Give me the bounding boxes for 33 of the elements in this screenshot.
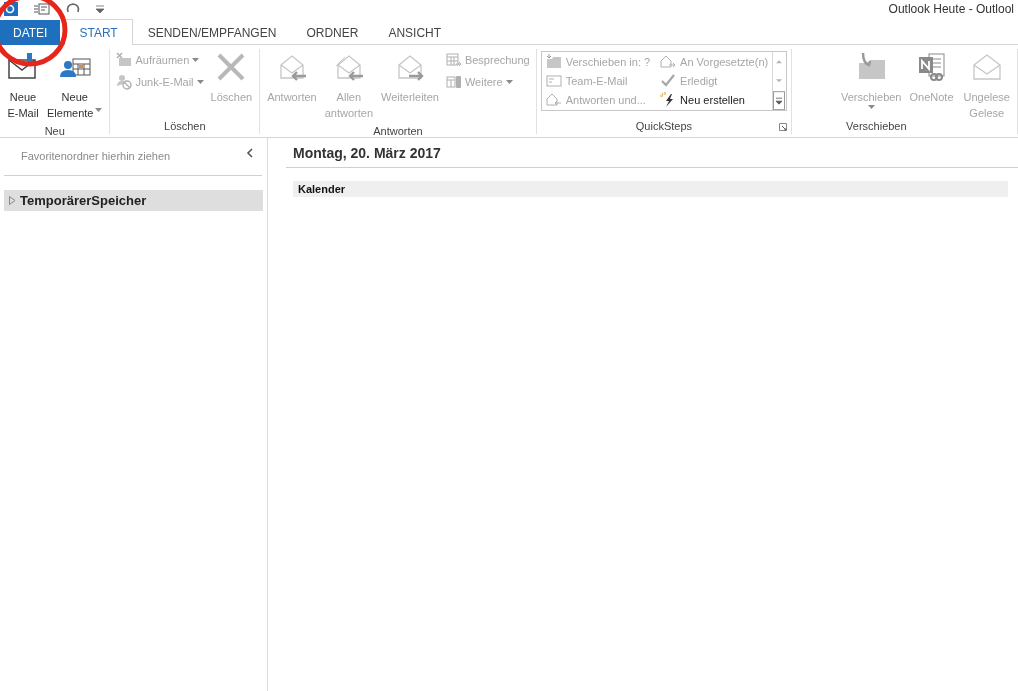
- date-heading: Montag, 20. März 2017: [293, 145, 442, 163]
- calendar-phone-icon: [445, 74, 462, 90]
- group-label: Antworten: [373, 124, 423, 137]
- send-receive-icon[interactable]: [34, 2, 50, 16]
- section-header: Kalender: [293, 181, 1008, 197]
- ribbon-button[interactable]: Neue E-Mail: [4, 49, 42, 123]
- window-title: Outlook Heute - Outlool: [888, 2, 1014, 16]
- ribbon-tab[interactable]: SENDEN/EMPFANGEN: [132, 20, 292, 45]
- ribbon-button[interactable]: Neue Elemente: [44, 49, 106, 123]
- quickstep-item[interactable]: Neu erstellen: [658, 90, 771, 109]
- group-label: Löschen: [164, 119, 206, 134]
- group-label: Verschieben: [846, 119, 907, 134]
- ribbon-tab[interactable]: ORDNER: [291, 20, 374, 45]
- dialog-launcher-icon[interactable]: [779, 123, 788, 131]
- collapsed-triangle-icon: [9, 196, 16, 205]
- file-tab[interactable]: DATEI: [0, 20, 61, 45]
- calendar-icon: [445, 52, 462, 68]
- envelope-arrow-icon: [545, 91, 562, 108]
- ribbon-tab[interactable]: START: [64, 19, 133, 45]
- check-icon: [660, 72, 677, 89]
- envelope-cross-icon: [116, 52, 133, 68]
- folder-arrow-icon: [545, 53, 562, 70]
- card-icon: [545, 72, 562, 89]
- expand-gallery-icon[interactable]: [773, 90, 786, 110]
- collapse-icon[interactable]: [246, 148, 254, 158]
- favorites-hint: Favoritenordner hierhin ziehen: [21, 150, 171, 162]
- group-label: Neu: [44, 124, 65, 137]
- envelope-arrow-icon: [660, 53, 677, 70]
- folder-item[interactable]: TemporärerSpeicher: [4, 190, 263, 211]
- customize-caret-icon[interactable]: [96, 5, 104, 13]
- person-block-icon: [116, 74, 133, 90]
- group-label: QuickSteps: [635, 119, 693, 134]
- ribbon-tab[interactable]: ANSICHT: [373, 20, 457, 45]
